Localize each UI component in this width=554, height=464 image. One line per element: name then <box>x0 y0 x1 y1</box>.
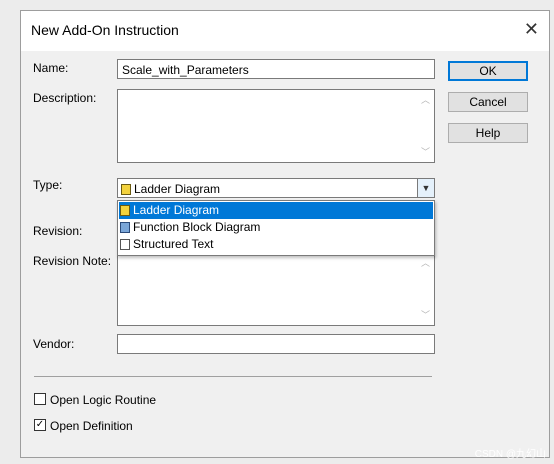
open-logic-routine-label[interactable]: Open Logic Routine <box>50 393 156 407</box>
type-label: Type: <box>33 178 63 192</box>
revision-note-field[interactable]: ︿ ﹀ <box>117 252 435 326</box>
ladder-diagram-icon <box>120 205 130 217</box>
type-dropdown-list: Ladder Diagram Function Block Diagram St… <box>117 200 435 256</box>
type-selected-value: Ladder Diagram <box>134 182 221 196</box>
structured-text-icon <box>120 239 130 251</box>
separator <box>34 376 432 377</box>
ok-button[interactable]: OK <box>448 61 528 81</box>
scroll-up-icon[interactable]: ︿ <box>421 259 430 268</box>
revision-note-label: Revision Note: <box>33 254 112 268</box>
type-option-structured-text[interactable]: Structured Text <box>119 236 433 253</box>
scroll-up-icon[interactable]: ︿ <box>421 96 430 105</box>
open-definition-checkbox[interactable]: ✓ <box>34 419 46 431</box>
help-button[interactable]: Help <box>448 123 528 143</box>
name-value: Scale_with_Parameters <box>122 63 249 77</box>
dialog-title: New Add-On Instruction <box>31 22 179 38</box>
description-field[interactable]: ︿ ﹀ <box>117 89 435 163</box>
revision-note-scrollbar[interactable]: ︿ ﹀ <box>417 253 434 325</box>
watermark: CSDN @九幻山 <box>474 449 546 460</box>
new-add-on-instruction-dialog: New Add-On Instruction ✕ Name: Scale_wit… <box>20 10 550 458</box>
vendor-label: Vendor: <box>33 337 75 351</box>
type-option-ladder-diagram[interactable]: Ladder Diagram <box>119 202 433 219</box>
scroll-down-icon[interactable]: ﹀ <box>421 311 430 320</box>
cancel-button[interactable]: Cancel <box>448 92 528 112</box>
name-label: Name: <box>33 61 69 75</box>
vendor-field[interactable] <box>117 334 435 354</box>
name-field[interactable]: Scale_with_Parameters <box>117 59 435 79</box>
open-logic-routine-checkbox[interactable] <box>34 393 46 405</box>
open-definition-label[interactable]: Open Definition <box>50 419 133 433</box>
close-icon[interactable]: ✕ <box>524 19 539 40</box>
type-combobox[interactable]: Ladder Diagram ▼ <box>117 178 435 198</box>
description-scrollbar[interactable]: ︿ ﹀ <box>417 90 434 162</box>
description-label: Description: <box>33 91 97 105</box>
ladder-diagram-icon <box>121 184 131 196</box>
type-option-function-block-diagram[interactable]: Function Block Diagram <box>119 219 433 236</box>
function-block-diagram-icon <box>120 222 130 234</box>
title-bar: New Add-On Instruction ✕ <box>21 11 549 51</box>
chevron-down-icon[interactable]: ▼ <box>417 179 434 197</box>
scroll-down-icon[interactable]: ﹀ <box>421 148 430 157</box>
revision-label: Revision: <box>33 224 83 238</box>
